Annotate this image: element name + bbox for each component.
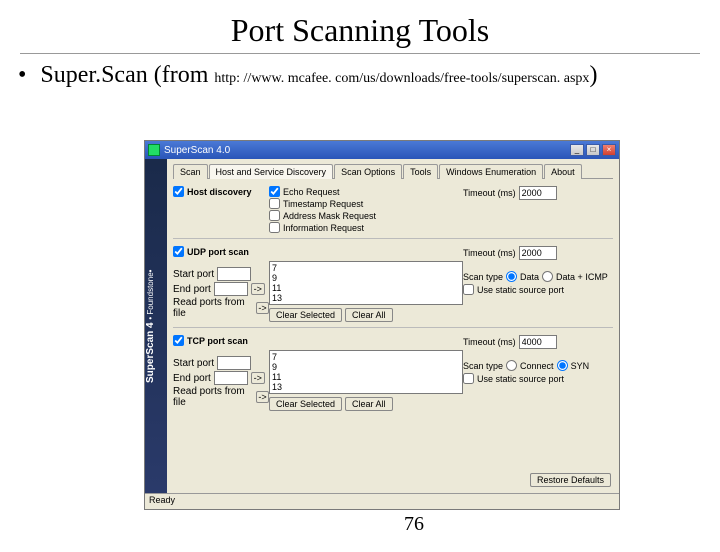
restore-defaults-button[interactable]: Restore Defaults <box>530 473 611 487</box>
tcp-connect-radio[interactable]: Connect <box>506 360 554 371</box>
tcp-port-list[interactable]: 79111315 <box>269 350 463 394</box>
tcp-readfile-label: Read ports from file <box>173 386 253 408</box>
tab-winenum[interactable]: Windows Enumeration <box>439 164 543 179</box>
host-discovery-check[interactable]: Host discovery <box>173 186 269 197</box>
tcp-readfile-button[interactable]: -> <box>256 391 269 403</box>
sidebar-brand: SuperScan 4 • Foundstone• <box>145 159 167 493</box>
udp-start-input[interactable] <box>217 267 251 281</box>
status-bar: Ready <box>145 493 619 509</box>
information-request-check[interactable]: Information Request <box>269 222 463 233</box>
udp-timeout-input[interactable] <box>519 246 557 260</box>
udp-static-port-check[interactable]: Use static source port <box>463 284 613 295</box>
udp-clear-selected-button[interactable]: Clear Selected <box>269 308 342 322</box>
app-icon <box>148 144 160 156</box>
slide-title: Port Scanning Tools <box>0 12 720 49</box>
slide-number: 76 <box>404 513 424 536</box>
titlebar: SuperScan 4.0 _ □ × <box>145 141 619 159</box>
bullet-url: http: //www. mcafee. com/us/downloads/fr… <box>214 71 589 86</box>
tab-tools[interactable]: Tools <box>403 164 438 179</box>
tab-about[interactable]: About <box>544 164 582 179</box>
tcp-end-input[interactable] <box>214 371 248 385</box>
udp-timeout-label: Timeout (ms) <box>463 248 516 258</box>
udp-data-radio[interactable]: Data <box>506 271 539 282</box>
maximize-button[interactable]: □ <box>586 144 600 156</box>
bullet-text: Super.Scan (from <box>40 62 214 88</box>
udp-scantype-label: Scan type <box>463 272 503 282</box>
tcp-start-label: Start port <box>173 358 214 369</box>
divider <box>20 53 700 54</box>
tcp-scantype-label: Scan type <box>463 361 503 371</box>
tab-strip: Scan Host and Service Discovery Scan Opt… <box>173 163 613 179</box>
host-timeout-input[interactable] <box>519 186 557 200</box>
udp-end-label: End port <box>173 284 211 295</box>
window-title: SuperScan 4.0 <box>164 145 230 156</box>
tcp-start-input[interactable] <box>217 356 251 370</box>
tab-options[interactable]: Scan Options <box>334 164 402 179</box>
tcp-static-port-check[interactable]: Use static source port <box>463 373 613 384</box>
tcp-timeout-label: Timeout (ms) <box>463 337 516 347</box>
tcp-clear-all-button[interactable]: Clear All <box>345 397 393 411</box>
tcp-add-button[interactable]: -> <box>251 372 265 384</box>
timestamp-request-check[interactable]: Timestamp Request <box>269 198 463 209</box>
udp-scan-check[interactable]: UDP port scan <box>173 246 269 257</box>
host-timeout-label: Timeout (ms) <box>463 188 516 198</box>
tcp-clear-selected-button[interactable]: Clear Selected <box>269 397 342 411</box>
echo-request-check[interactable]: Echo Request <box>269 186 463 197</box>
tcp-syn-radio[interactable]: SYN <box>557 360 590 371</box>
minimize-button[interactable]: _ <box>570 144 584 156</box>
udp-port-list[interactable]: 791113 <box>269 261 463 305</box>
udp-clear-all-button[interactable]: Clear All <box>345 308 393 322</box>
tcp-end-label: End port <box>173 373 211 384</box>
udp-readfile-label: Read ports from file <box>173 297 253 319</box>
bullet-dot: • <box>18 62 26 88</box>
tab-scan[interactable]: Scan <box>173 164 208 179</box>
tab-discovery[interactable]: Host and Service Discovery <box>209 164 334 179</box>
udp-end-input[interactable] <box>214 282 248 296</box>
udp-start-label: Start port <box>173 269 214 280</box>
app-window: SuperScan 4.0 _ □ × SuperScan 4 • Founds… <box>144 140 620 510</box>
bullet-line: • Super.Scan (from http: //www. mcafee. … <box>18 62 720 89</box>
address-mask-check[interactable]: Address Mask Request <box>269 210 463 221</box>
tcp-scan-check[interactable]: TCP port scan <box>173 335 269 346</box>
udp-add-button[interactable]: -> <box>251 283 265 295</box>
close-button[interactable]: × <box>602 144 616 156</box>
bullet-suffix: ) <box>589 62 597 88</box>
udp-dataicmp-radio[interactable]: Data + ICMP <box>542 271 608 282</box>
tcp-timeout-input[interactable] <box>519 335 557 349</box>
udp-readfile-button[interactable]: -> <box>256 302 269 314</box>
